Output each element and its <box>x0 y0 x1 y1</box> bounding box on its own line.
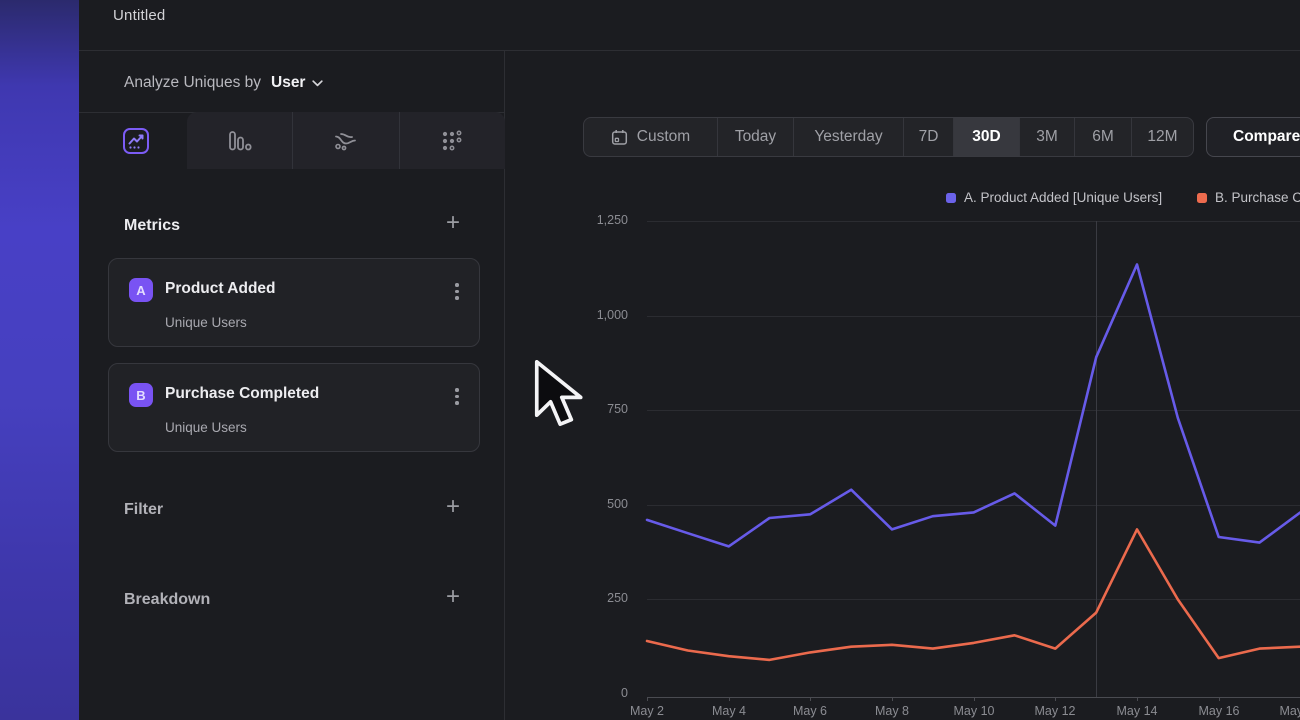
line-chart-canvas[interactable] <box>0 0 1300 720</box>
app-window: Untitled Analyze Uniques by User <box>0 0 1300 720</box>
series-line <box>647 265 1300 547</box>
series-line <box>647 529 1300 660</box>
